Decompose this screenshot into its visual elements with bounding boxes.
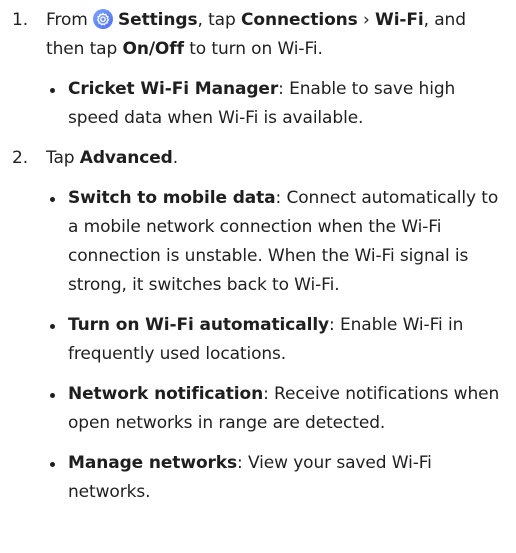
advanced-label: Advanced — [79, 148, 173, 168]
step-1-tap: , tap — [197, 10, 236, 30]
bullet-term: Cricket Wi-Fi Manager — [68, 79, 279, 99]
breadcrumb-chevron: › — [363, 10, 370, 30]
step-1-number: 1. — [12, 10, 29, 30]
bullet-term: Turn on Wi-Fi automatically — [68, 315, 330, 335]
bullet-icon — [46, 449, 68, 478]
step-2-period: . — [172, 148, 179, 168]
list-item: Cricket Wi-Fi Manager: Enable to save hi… — [46, 75, 508, 133]
bullet-text: Turn on Wi-Fi automatically: Enable Wi-F… — [68, 311, 508, 369]
step-1-from: From — [46, 10, 88, 30]
step-2-tap: Tap — [46, 148, 75, 168]
connections-label: Connections — [240, 10, 358, 30]
onoff-label: On/Off — [122, 39, 184, 59]
step-1: 1. From Settings, tap Connections › Wi-F… — [12, 6, 508, 64]
bullet-term: Switch to mobile data — [68, 188, 276, 208]
bullet-text: Network notification: Receive notificati… — [68, 380, 508, 438]
bullet-term: Network notification — [68, 384, 264, 404]
step-2: 2. Tap Advanced. — [12, 144, 508, 173]
list-item: Network notification: Receive notificati… — [46, 380, 508, 438]
bullet-icon — [46, 75, 68, 104]
step-2-text: Tap Advanced. — [46, 144, 508, 173]
list-item: Turn on Wi-Fi automatically: Enable Wi-F… — [46, 311, 508, 369]
list-item: Manage networks: View your saved Wi-Fi n… — [46, 449, 508, 507]
bullet-term: Manage networks — [68, 453, 238, 473]
step-2-bullets: Switch to mobile data: Connect automatic… — [46, 184, 508, 507]
bullet-icon — [46, 311, 68, 340]
settings-label: Settings — [118, 10, 198, 30]
step-2-number: 2. — [12, 148, 29, 168]
step-1-turn-on: to turn on Wi-Fi. — [189, 39, 323, 59]
instruction-document: 1. From Settings, tap Connections › Wi-F… — [0, 0, 516, 553]
list-item: Switch to mobile data: Connect automatic… — [46, 184, 508, 300]
bullet-text: Switch to mobile data: Connect automatic… — [68, 184, 508, 300]
settings-gear-icon — [93, 9, 114, 29]
bullet-icon — [46, 184, 68, 213]
bullet-text: Cricket Wi-Fi Manager: Enable to save hi… — [68, 75, 508, 133]
bullet-text: Manage networks: View your saved Wi-Fi n… — [68, 449, 508, 507]
step-1-text: From Settings, tap Connections › Wi-Fi, … — [46, 6, 508, 64]
step-1-bullets: Cricket Wi-Fi Manager: Enable to save hi… — [46, 75, 508, 133]
bullet-icon — [46, 380, 68, 409]
wifi-label: Wi-Fi — [375, 10, 424, 30]
